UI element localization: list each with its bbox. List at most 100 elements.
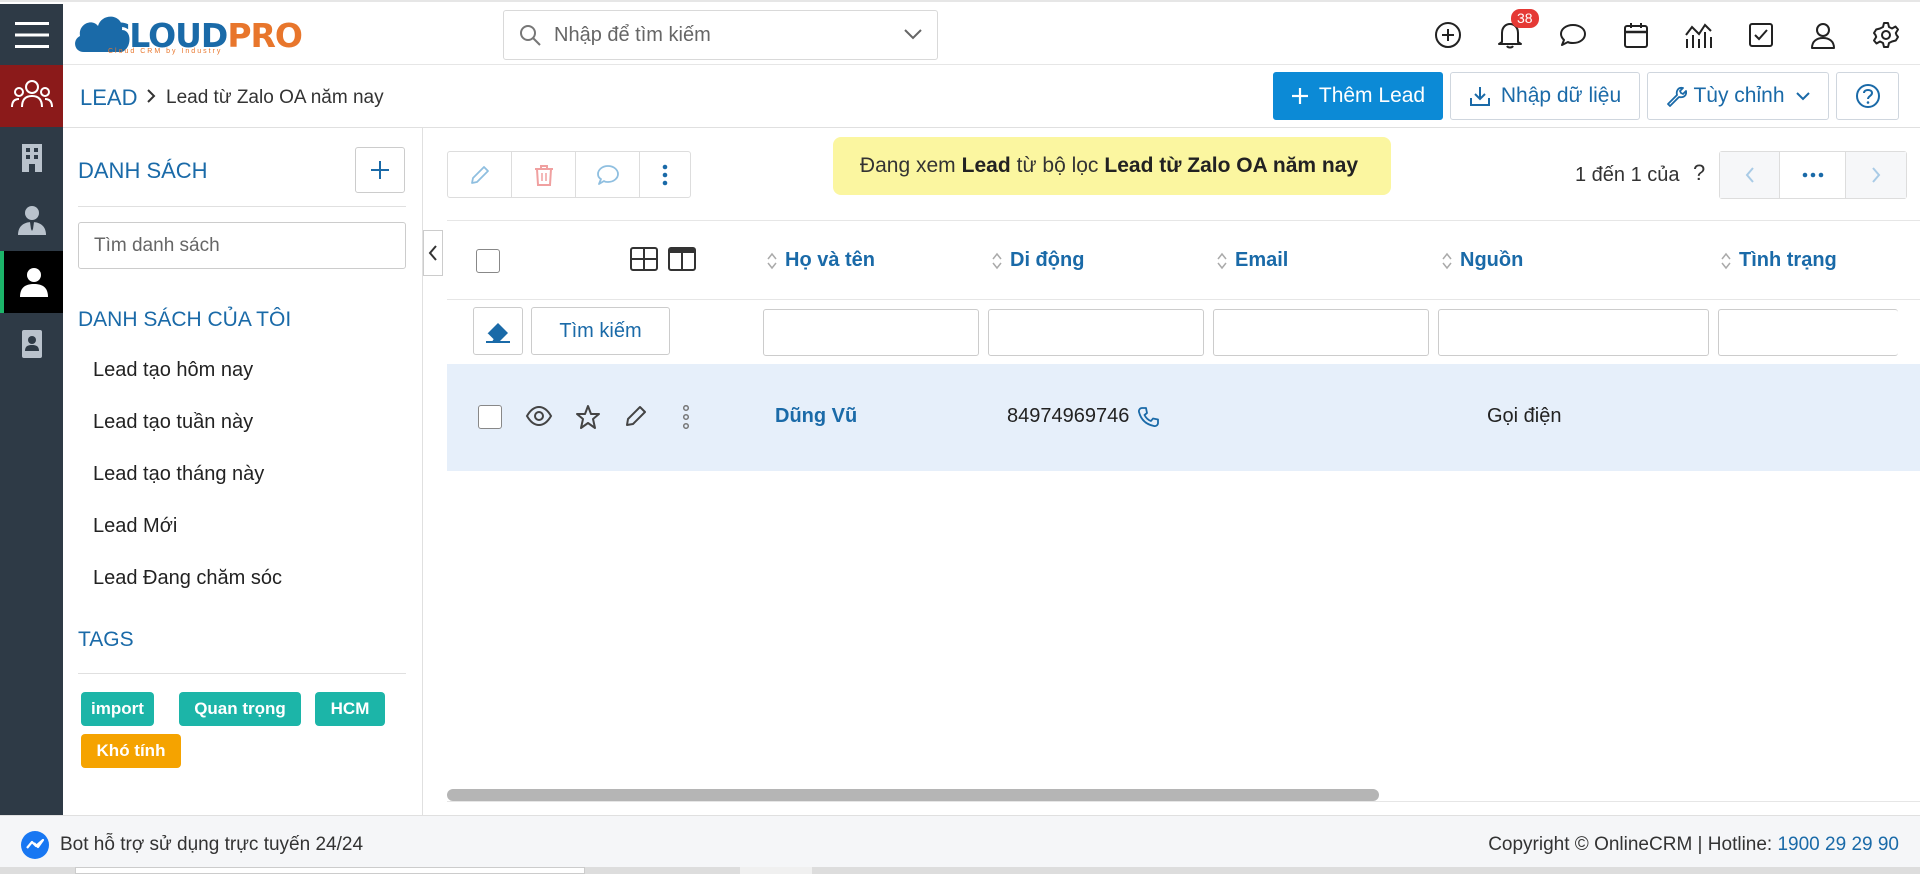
horizontal-scrollbar[interactable] [447, 786, 1920, 801]
quick-create-button[interactable] [1433, 20, 1463, 50]
messenger-bot-button[interactable] [20, 830, 50, 860]
help-button[interactable] [1836, 72, 1899, 120]
filter-email-input[interactable] [1213, 309, 1429, 356]
left-nav-rail [0, 65, 63, 815]
user-icon [1811, 23, 1835, 49]
column-layout-button[interactable] [668, 247, 696, 271]
tag-hcm[interactable]: HCM [315, 692, 385, 726]
sidebar-item-new[interactable]: Lead Mới [93, 515, 177, 538]
customize-dropdown-button[interactable]: Tùy chỉnh [1647, 72, 1829, 120]
column-header-status[interactable]: Tình trạng [1720, 249, 1837, 272]
pagination-summary: 1 đến 1 của [1575, 164, 1680, 186]
chevron-right-icon [147, 89, 156, 103]
chevron-right-icon [1872, 167, 1881, 183]
filter-mobile-input[interactable] [988, 309, 1204, 356]
pencil-icon [626, 406, 646, 426]
kebab-menu-icon [662, 164, 668, 185]
edit-record-button[interactable] [624, 404, 648, 428]
tag-kho-tinh[interactable]: Khó tính [81, 734, 181, 768]
call-button[interactable] [1137, 406, 1159, 428]
add-lead-button[interactable]: Thêm Lead [1273, 72, 1443, 120]
top-bar: CLOUDPRO Cloud CRM by Industry 38 [0, 0, 1920, 66]
column-header-mobile[interactable]: Di động [991, 249, 1084, 272]
bulk-action-group [447, 151, 691, 198]
grid-icon [630, 247, 658, 271]
list-search-input[interactable]: Tìm danh sách [78, 222, 406, 269]
column-header-name[interactable]: Họ và tên [766, 249, 875, 272]
brand-tagline: Cloud CRM by Industry [108, 48, 223, 55]
calendar-button[interactable] [1621, 20, 1651, 50]
eye-icon [525, 406, 553, 426]
bulk-edit-button[interactable] [448, 152, 512, 197]
filter-note-prefix: Đang xem [859, 154, 956, 177]
brand-logo[interactable]: CLOUDPRO Cloud CRM by Industry [72, 8, 303, 58]
row-source: Gọi điện [1487, 405, 1562, 427]
bulk-comment-button[interactable] [576, 152, 640, 197]
pagination-help[interactable]: ? [1693, 160, 1705, 186]
row-more-button[interactable] [682, 405, 690, 429]
breadcrumb-bar: LEAD Lead từ Zalo OA năm nay Thêm Lead N… [63, 65, 1920, 128]
view-record-button[interactable] [525, 406, 553, 426]
filter-source-input[interactable] [1438, 309, 1709, 356]
add-list-button[interactable] [355, 147, 405, 193]
gear-icon [1873, 22, 1899, 48]
column-header-email[interactable]: Email [1216, 249, 1288, 272]
sidebar-item-this-month[interactable]: Lead tạo tháng này [93, 463, 264, 486]
columns-icon [668, 247, 696, 271]
grid-layout-button[interactable] [630, 247, 658, 271]
search-icon [520, 25, 541, 46]
user-icon [19, 268, 48, 297]
filter-search-button[interactable]: Tìm kiếm [531, 307, 670, 355]
select-all-checkbox[interactable] [476, 249, 500, 273]
sidebar-item-this-week[interactable]: Lead tạo tuần này [93, 411, 253, 434]
pagination-controls [1719, 151, 1907, 199]
profile-button[interactable] [1808, 20, 1838, 50]
more-actions-button[interactable] [640, 152, 690, 197]
filter-name-input[interactable] [763, 309, 979, 356]
nav-leads[interactable] [0, 65, 63, 127]
sort-icon [1442, 252, 1452, 269]
row-name-link[interactable]: Dũng Vũ [775, 405, 857, 428]
plus-circle-icon [1435, 22, 1461, 48]
nav-lead-active[interactable] [0, 251, 63, 313]
bot-support-text[interactable]: Bot hỗ trợ sử dụng trực tuyến 24/24 [60, 834, 363, 856]
nav-contacts[interactable] [0, 189, 63, 251]
tags-heading: TAGS [78, 628, 134, 651]
clear-filters-button[interactable] [473, 307, 523, 355]
star-record-button[interactable] [575, 404, 601, 430]
chat-button[interactable] [1558, 20, 1588, 50]
next-page-button[interactable] [1846, 152, 1906, 198]
table-row[interactable]: Dũng Vũ 84974969746 Gọi điện [447, 364, 1920, 471]
hotline-number[interactable]: 1900 29 29 90 [1777, 834, 1899, 855]
column-header-source[interactable]: Nguồn [1441, 249, 1523, 272]
global-search[interactable] [503, 10, 938, 60]
row-checkbox[interactable] [478, 405, 502, 429]
tag-quan-trong[interactable]: Quan trọng [179, 692, 301, 726]
filter-status-input[interactable] [1718, 309, 1898, 356]
eraser-icon [486, 323, 510, 343]
contact-card-icon [21, 330, 42, 358]
chevron-down-icon[interactable] [903, 27, 923, 41]
reports-button[interactable] [1683, 20, 1713, 50]
trash-icon [534, 164, 553, 186]
global-search-input[interactable] [554, 23, 884, 47]
chat-bubble-icon [596, 164, 619, 185]
scrollbar-thumb[interactable] [447, 789, 1379, 801]
breadcrumb-module-link[interactable]: LEAD [80, 85, 137, 111]
prev-page-button[interactable] [1720, 152, 1780, 198]
page-jump-button[interactable] [1780, 152, 1846, 198]
tag-import[interactable]: import [81, 692, 154, 726]
sidebar-item-today[interactable]: Lead tạo hôm nay [93, 359, 253, 382]
settings-button[interactable] [1871, 20, 1901, 50]
tasks-button[interactable] [1746, 20, 1776, 50]
import-data-button[interactable]: Nhập dữ liệu [1450, 72, 1640, 120]
sidebar-title: DANH SÁCH [78, 158, 208, 183]
nav-organizations[interactable] [0, 127, 63, 189]
nav-documents[interactable] [0, 313, 63, 375]
sidebar-item-nurturing[interactable]: Lead Đang chăm sóc [93, 567, 282, 590]
menu-toggle-button[interactable] [0, 4, 63, 66]
bulk-delete-button[interactable] [512, 152, 576, 197]
main-content: Đang xem Lead từ bộ lọc Lead từ Zalo OA … [423, 128, 1920, 815]
divider [447, 801, 1920, 802]
user-tie-icon [17, 206, 46, 235]
